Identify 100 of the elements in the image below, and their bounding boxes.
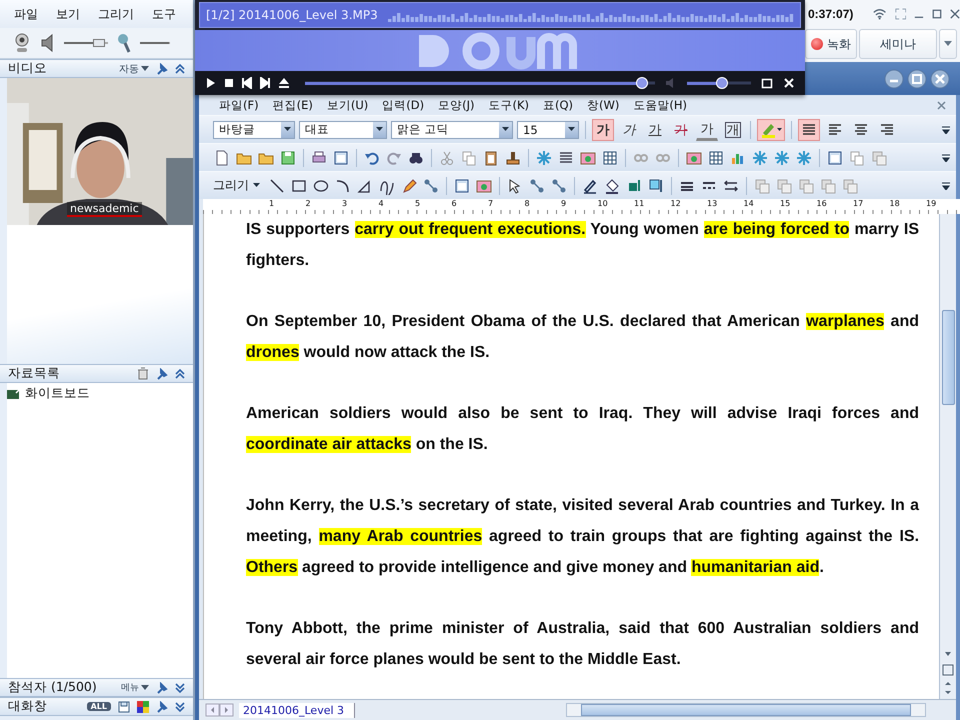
- ruler-number: 4: [378, 199, 385, 209]
- volume-slider[interactable]: [64, 39, 108, 47]
- asterisk-icon[interactable]: [751, 148, 769, 166]
- save-icon[interactable]: [118, 700, 130, 712]
- caret-icon: [944, 41, 952, 47]
- language-dropdown[interactable]: 대표: [299, 120, 387, 138]
- overflow-icon[interactable]: [942, 154, 950, 162]
- overflow-icon[interactable]: [942, 182, 950, 190]
- vertical-scrollbar[interactable]: [939, 214, 956, 699]
- ruler-number: 10: [598, 199, 609, 209]
- connector-icon[interactable]: [528, 176, 546, 194]
- menu-item[interactable]: 편집(E): [272, 98, 313, 112]
- microphone-icon[interactable]: [116, 32, 132, 54]
- pin-icon[interactable]: [156, 368, 168, 380]
- asterisk-icon[interactable]: [773, 148, 791, 166]
- ruler-number: 11: [634, 199, 646, 209]
- pin-icon[interactable]: [156, 62, 168, 74]
- ruler-number: 12: [670, 199, 682, 209]
- caret-icon: [376, 127, 383, 132]
- format-button[interactable]: 가: [644, 118, 666, 140]
- caret-icon: [141, 66, 149, 72]
- table-icon[interactable]: [707, 148, 725, 166]
- window-icon[interactable]: [826, 148, 844, 166]
- overflow-icon[interactable]: [942, 126, 950, 134]
- document-tab[interactable]: 20141006_Level 3: [239, 702, 356, 718]
- connector-icon[interactable]: [550, 176, 568, 194]
- scroll-thumb[interactable]: [581, 704, 911, 716]
- line-icon[interactable]: [268, 176, 286, 194]
- menu-item[interactable]: 파일: [14, 6, 38, 22]
- connector-icon[interactable]: [422, 176, 440, 194]
- paragraph: On September 10, President Obama of the U.S. declared that American warplanes and drones would now attack the IS.: [246, 312, 919, 363]
- trash-icon[interactable]: [137, 367, 149, 380]
- menu-item[interactable]: 창(W): [587, 98, 620, 112]
- panel-title: 자료목록: [8, 365, 60, 382]
- style-dropdown[interactable]: 바탕글: [213, 120, 295, 138]
- minimize-icon[interactable]: [884, 68, 904, 88]
- paragraph: American soldiers would also be sent to Iraq. They will advise Iraqi forces and coordinate air attacks on the IS.: [246, 404, 919, 455]
- menu-item[interactable]: 표(Q): [542, 98, 573, 112]
- alignment-icon: [879, 122, 895, 136]
- ruler-number: 1: [269, 199, 276, 209]
- dropdown-button[interactable]: [939, 29, 957, 59]
- track-title: [1/2] 20141006_Level 3.MP3: [206, 8, 378, 22]
- font-dropdown[interactable]: 맑은 고딕: [391, 120, 513, 138]
- caret-icon: [568, 127, 575, 132]
- format-button[interactable]: 개: [722, 118, 744, 140]
- slider-thumb[interactable]: [92, 39, 105, 47]
- menu-item[interactable]: 파일(F): [219, 98, 259, 112]
- format-button[interactable]: 가: [618, 118, 640, 140]
- maximize-icon[interactable]: [932, 8, 942, 20]
- ruler-number: 7: [488, 199, 494, 209]
- pin-icon[interactable]: [156, 682, 168, 694]
- ruler-number: 14: [744, 199, 755, 209]
- menu-item[interactable]: 도움말(H): [633, 98, 687, 112]
- expand-icon[interactable]: [175, 682, 185, 694]
- align-button[interactable]: [798, 118, 820, 140]
- mode-button[interactable]: 세미나: [859, 29, 937, 59]
- panel-title: 대화창: [8, 698, 47, 715]
- tab-scroll-icon[interactable]: [205, 703, 235, 717]
- paragraph: Tony Abbott, the prime minister of Australia, said that 600 Australian soldiers and several air force planes would be sent to the Middle East.: [246, 619, 919, 670]
- pencil-icon[interactable]: [400, 176, 418, 194]
- palette-icon[interactable]: [137, 700, 149, 712]
- ruler-number: 13: [707, 199, 718, 209]
- list-item[interactable]: 화이트보드: [25, 385, 90, 402]
- fill-bucket-icon[interactable]: [603, 176, 621, 194]
- ruler-number: 9: [561, 199, 568, 209]
- asterisk-icon[interactable]: [795, 148, 813, 166]
- format-button[interactable]: 가: [592, 118, 614, 140]
- expand-icon[interactable]: [175, 700, 185, 712]
- paragraph: John Kerry, the U.S.’s secretary of state, visited several Arab countries and Turkey. In a meeting, many Arab countries agreed to train groups that are fighting against the IS. Others agreed to provide intelligence and give money and humanitarian aid.: [246, 496, 919, 578]
- horizontal-scrollbar[interactable]: [566, 703, 926, 717]
- record-button[interactable]: 녹화: [805, 29, 857, 59]
- menu-item[interactable]: 모양(J): [438, 98, 474, 112]
- menu-item[interactable]: 입력(D): [382, 98, 424, 112]
- alignment-icon: [827, 122, 843, 136]
- table-icon[interactable]: [601, 148, 619, 166]
- ruler-number: 6: [452, 199, 458, 209]
- menu-item[interactable]: 도구(K): [488, 98, 529, 112]
- size-dropdown[interactable]: 15: [517, 120, 579, 138]
- collapse-icon[interactable]: [175, 368, 185, 380]
- ruler-number: 15: [780, 199, 792, 209]
- draw-menu[interactable]: 그리기: [213, 177, 260, 194]
- menu-item[interactable]: 보기: [56, 6, 80, 22]
- menu-item[interactable]: 그리기: [98, 6, 134, 22]
- square-icon[interactable]: [647, 176, 665, 194]
- ruler-number: 2: [306, 199, 312, 209]
- menu-item[interactable]: 도구: [152, 6, 176, 22]
- fullscreen-icon[interactable]: [894, 7, 906, 21]
- scroll-thumb[interactable]: [942, 310, 954, 405]
- window-icon[interactable]: [332, 148, 350, 166]
- window-icon[interactable]: [453, 176, 471, 194]
- menu-dropdown[interactable]: 메뉴: [121, 681, 149, 694]
- ruler-number: 16: [816, 199, 828, 209]
- mode-dropdown[interactable]: 자동: [119, 62, 149, 76]
- panel-title: 비디오: [8, 60, 47, 77]
- menu-item[interactable]: 보기(U): [326, 98, 368, 112]
- collapse-icon[interactable]: [175, 62, 185, 74]
- caret-icon: [284, 127, 291, 132]
- pin-icon[interactable]: [156, 700, 168, 712]
- filter-badge[interactable]: ALL: [86, 702, 111, 711]
- format-button[interactable]: 가: [670, 118, 692, 140]
